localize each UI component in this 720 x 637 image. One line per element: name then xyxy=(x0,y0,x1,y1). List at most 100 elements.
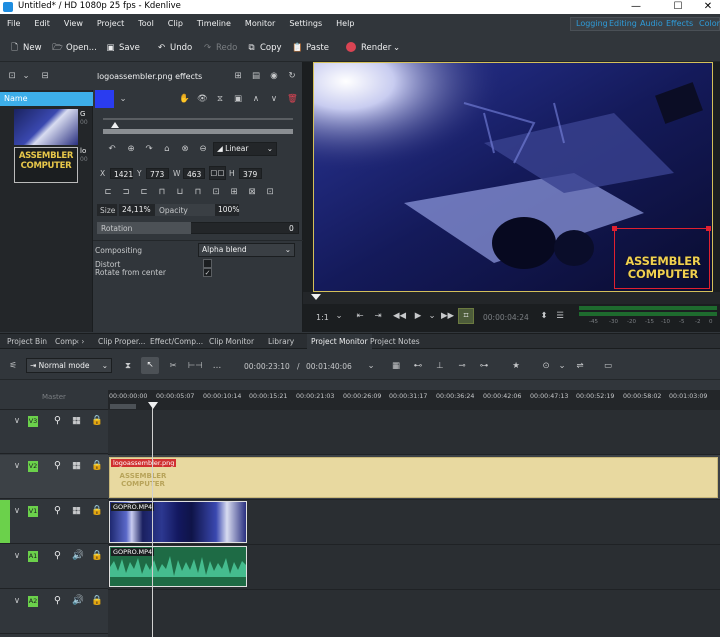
fit-icon[interactable]: ⊡ xyxy=(211,187,221,197)
hand-icon[interactable]: ✋ xyxy=(179,94,190,104)
align-vcenter-icon[interactable]: ⊔ xyxy=(175,187,185,197)
chevron-down-icon[interactable]: ⌄ xyxy=(118,94,128,104)
film-icon[interactable]: ▦ xyxy=(72,506,81,516)
clip-logoassembler[interactable]: logoassembler.png ASSEMBLER COMPUTER xyxy=(109,457,718,498)
full-frame-icon[interactable]: ⊠ xyxy=(247,187,257,197)
track-effect-icon[interactable]: ⚲ xyxy=(54,596,61,606)
track-effect-icon[interactable]: ⚲ xyxy=(54,551,61,561)
effect-reset-icon[interactable]: ↻ xyxy=(287,71,297,81)
adjust-icon[interactable]: ⊡ xyxy=(265,187,275,197)
menu-timeline[interactable]: Timeline xyxy=(190,14,238,34)
bin-column-header[interactable]: Name xyxy=(0,92,93,106)
menu-monitor[interactable]: Monitor xyxy=(238,14,282,34)
menu-project[interactable]: Project xyxy=(90,14,131,34)
save-button[interactable]: ▣ Save xyxy=(105,41,139,55)
workspace-color[interactable]: Color xyxy=(699,18,720,30)
tab-clip-properties[interactable]: Clip Proper... xyxy=(94,334,149,349)
keyframe-icon[interactable]: ⧖ xyxy=(215,94,225,104)
geometry-handle-icon[interactable] xyxy=(612,226,617,231)
tab-clip-monitor[interactable]: Clip Monitor xyxy=(205,334,258,349)
opacity-field[interactable]: 100% xyxy=(215,204,239,216)
geometry-handle-icon[interactable] xyxy=(706,226,711,231)
collapse-chevron-icon[interactable]: ∨ xyxy=(12,506,22,516)
hamburger-menu-icon[interactable]: ☰ xyxy=(555,311,565,321)
monitor-timecode[interactable]: 00:00:04:24 xyxy=(483,313,529,322)
align-left-icon[interactable]: ⊏ xyxy=(103,187,113,197)
track-effect-icon[interactable]: ⚲ xyxy=(54,461,61,471)
menu-tool[interactable]: Tool xyxy=(131,14,161,34)
track-name-v3[interactable]: V3 xyxy=(28,416,38,427)
maximize-icon[interactable]: ☐ xyxy=(666,0,690,14)
keyframe-copy-icon[interactable]: ⌂ xyxy=(162,144,172,154)
workspace-effects[interactable]: Effects xyxy=(666,18,693,30)
center-icon[interactable]: ⊞ xyxy=(229,187,239,197)
h-field[interactable]: 379 xyxy=(239,168,262,179)
tab-library[interactable]: Library xyxy=(264,334,298,349)
timeline-position[interactable]: 00:00:23:10 xyxy=(244,362,290,371)
keyframe-remove-icon[interactable]: ⊗ xyxy=(180,144,190,154)
subtitle-icon[interactable]: ▭ xyxy=(603,361,613,371)
lock-icon[interactable]: 🔒 xyxy=(91,416,103,426)
set-out-point-icon[interactable]: ⇥ xyxy=(373,311,383,321)
edit-mode-select[interactable]: ⇥ Normal mode ⌄ xyxy=(26,358,112,373)
menu-view[interactable]: View xyxy=(57,14,90,34)
selection-tool-button[interactable]: ↖ xyxy=(141,357,159,374)
chevron-down-icon[interactable]: ⌄ xyxy=(21,71,31,81)
menu-file[interactable]: File xyxy=(0,14,27,34)
bin-view-icon[interactable]: ⊡ xyxy=(7,71,17,81)
minimize-icon[interactable]: — xyxy=(624,0,648,14)
tab-project-notes[interactable]: Project Notes xyxy=(366,334,424,349)
lock-icon[interactable]: 🔒 xyxy=(91,506,103,516)
timeline-playhead-icon[interactable] xyxy=(148,402,158,409)
keyframe-interpolation-select[interactable]: ◢ Linear ⌄ xyxy=(213,142,277,156)
monitor-ruler[interactable] xyxy=(303,292,720,304)
video-preview[interactable]: ASSEMBLER COMPUTER xyxy=(313,62,713,292)
eye-icon[interactable]: 👁 xyxy=(197,94,208,104)
spin-arrows-icon[interactable]: ⬍ xyxy=(539,311,549,321)
bin-clip-thumbnail-logo[interactable]: ASSEMBLER COMPUTER xyxy=(14,147,78,183)
track-effect-icon[interactable]: ⚲ xyxy=(54,416,61,426)
compositing-select[interactable]: Alpha blend ⌄ xyxy=(198,243,295,257)
insert-icon[interactable]: ⊷ xyxy=(413,361,423,371)
lock-icon[interactable]: 🔒 xyxy=(91,596,103,606)
workspace-logging[interactable]: Logging xyxy=(576,18,608,30)
delete-icon[interactable]: 🗑 xyxy=(287,94,298,104)
track-name-v2[interactable]: V2 xyxy=(28,461,38,472)
y-field[interactable]: 773 xyxy=(146,168,169,179)
monitor-playhead-icon[interactable] xyxy=(311,294,321,300)
effect-color-swatch[interactable] xyxy=(95,90,114,108)
new-button[interactable]: 🗋 New xyxy=(9,41,41,55)
align-right-icon[interactable]: ⊏ xyxy=(139,187,149,197)
lock-icon[interactable]: 🔒 xyxy=(91,461,103,471)
open-button[interactable]: 🗁 Open... xyxy=(52,41,97,55)
workspace-editing[interactable]: Editing xyxy=(609,18,637,30)
track-name-a1[interactable]: A1 xyxy=(28,551,38,562)
snap-icon[interactable]: ▦ xyxy=(391,361,401,371)
tab-effect-composition[interactable]: Effect/Comp... xyxy=(146,334,207,349)
track-name-a2[interactable]: A2 xyxy=(28,596,38,607)
zone-bar[interactable] xyxy=(110,404,136,409)
distort-checkbox[interactable] xyxy=(203,259,212,268)
tab-scroll-arrows-icon[interactable]: ‹ › xyxy=(72,334,88,349)
menu-clip[interactable]: Clip xyxy=(161,14,190,34)
keyframe-position-slider[interactable] xyxy=(103,129,293,134)
film-icon[interactable]: ▦ xyxy=(72,416,81,426)
tab-project-bin[interactable]: Project Bin xyxy=(3,334,51,349)
collapse-chevron-icon[interactable]: ∨ xyxy=(12,461,22,471)
redo-button[interactable]: ↷ Redo xyxy=(202,41,237,55)
film-icon[interactable]: ▦ xyxy=(72,461,81,471)
rewind-icon[interactable]: ◀◀ xyxy=(393,311,406,321)
render-dropdown-icon[interactable]: ⌄ xyxy=(393,41,400,55)
effect-eye-icon[interactable]: ◉ xyxy=(269,71,279,81)
overwrite-icon[interactable]: ⊥ xyxy=(435,361,445,371)
multitrack-icon[interactable]: ⧗ xyxy=(123,361,133,371)
spacer-tool-icon[interactable]: ⊢⊣ xyxy=(188,361,203,371)
keyframe-prev-icon[interactable]: ↶ xyxy=(107,144,117,154)
keyframe-ruler[interactable] xyxy=(103,118,293,120)
timeline-settings-icon[interactable]: ⚟ xyxy=(8,361,18,371)
align-bottom-icon[interactable]: ⊓ xyxy=(193,187,203,197)
paste-button[interactable]: 📋 Paste xyxy=(292,41,329,55)
x-field[interactable]: 1421 xyxy=(110,168,133,179)
menu-settings[interactable]: Settings xyxy=(282,14,329,34)
align-top-icon[interactable]: ⊓ xyxy=(157,187,167,197)
